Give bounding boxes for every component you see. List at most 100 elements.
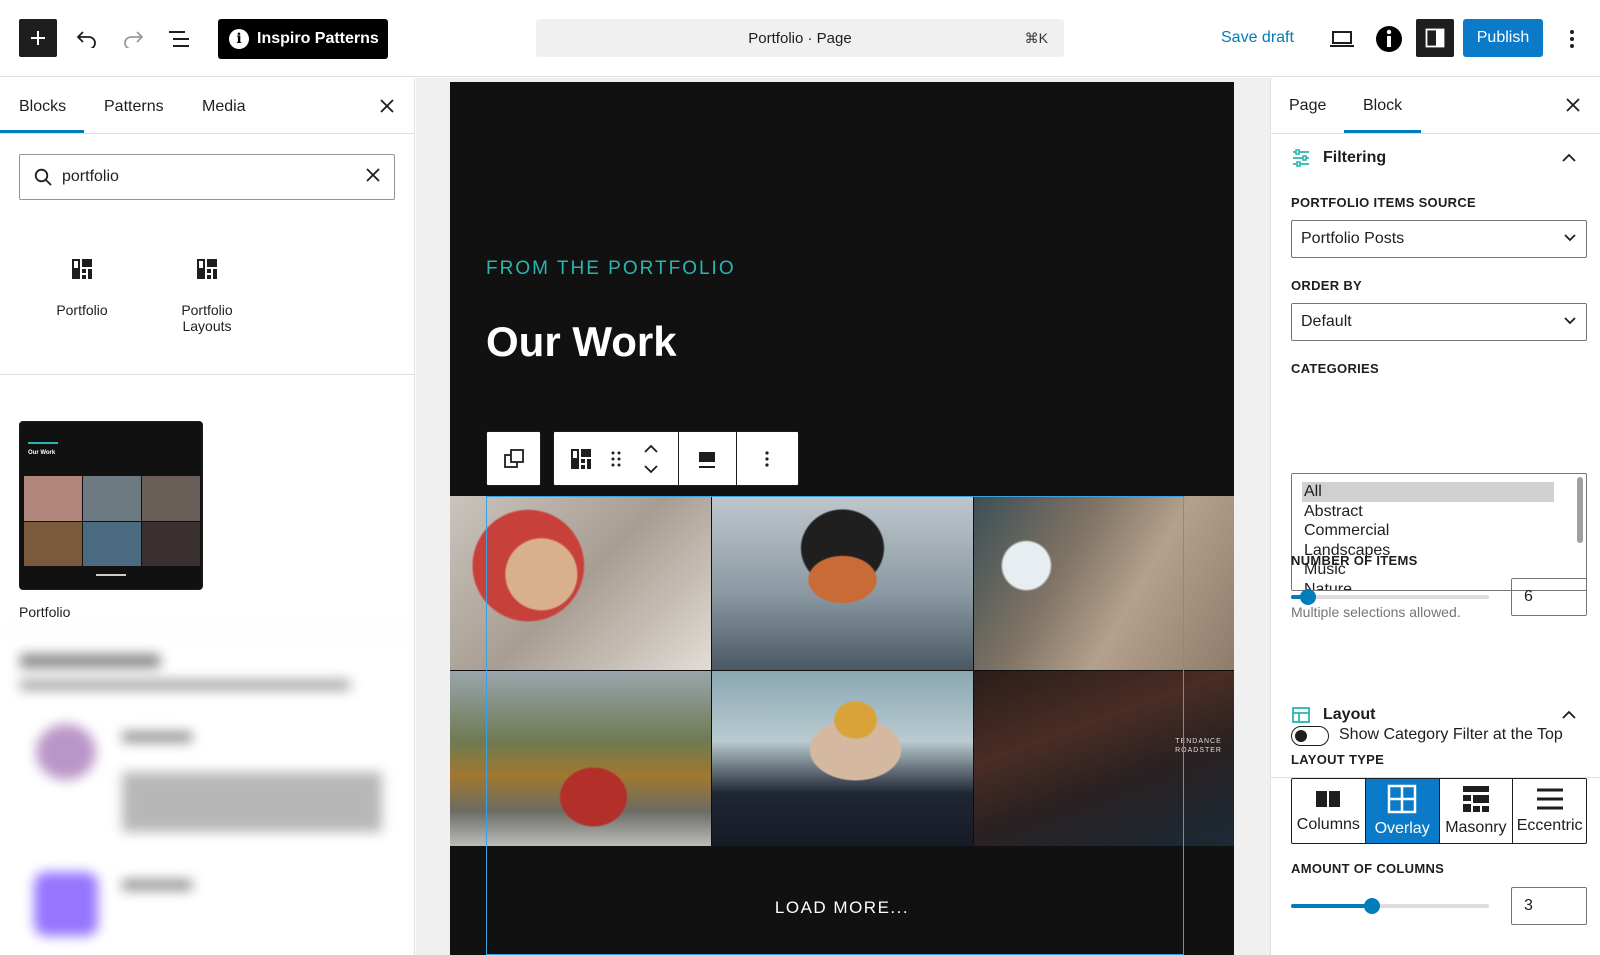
load-more-button[interactable]: LOAD MORE... <box>450 898 1234 918</box>
tab-page[interactable]: Page <box>1289 97 1326 115</box>
portfolio-item-image[interactable] <box>974 496 1234 670</box>
items-source-select[interactable]: Portfolio Posts <box>1291 220 1587 258</box>
settings-sidebar: Page Block Filtering PORTFOLIO ITEMS SOU… <box>1270 78 1600 955</box>
number-of-items-slider[interactable] <box>1291 589 1489 605</box>
order-by-label: ORDER BY <box>1291 278 1363 293</box>
portfolio-item-image[interactable]: TENDANCE ROADSTER <box>974 671 1234 846</box>
block-search-input[interactable]: portfolio <box>19 154 395 200</box>
preview-load-more <box>96 574 126 576</box>
portfolio-item-image[interactable] <box>712 496 973 670</box>
layout-option-eccentric[interactable]: Eccentric <box>1513 779 1586 843</box>
layout-option-masonry[interactable]: Masonry <box>1440 779 1514 843</box>
info-circle-icon <box>1376 26 1402 52</box>
more-vertical-icon <box>765 450 769 467</box>
undo-button[interactable] <box>74 26 100 52</box>
number-of-items-input[interactable]: 6 <box>1511 578 1587 616</box>
block-type-button[interactable] <box>568 432 594 485</box>
filtering-panel-toggle[interactable]: Filtering <box>1291 148 1386 168</box>
photo-sign-text: TENDANCE ROADSTER <box>1175 738 1222 754</box>
category-filter-toggle[interactable] <box>1291 726 1329 746</box>
overlay-grid-icon <box>1387 784 1417 814</box>
portfolio-block-icon <box>32 258 132 280</box>
document-overview-button[interactable] <box>166 26 194 52</box>
layout-option-columns[interactable]: Columns <box>1292 779 1366 843</box>
category-option[interactable]: All <box>1302 482 1554 502</box>
items-source-value: Portfolio Posts <box>1301 230 1405 247</box>
amount-of-columns-slider[interactable] <box>1291 898 1489 914</box>
preview-button[interactable] <box>1328 27 1356 51</box>
layout-panel-toggle[interactable]: Layout <box>1291 705 1375 725</box>
categories-multiselect[interactable]: All Abstract Commercial Landscapes Music… <box>1291 473 1587 591</box>
portfolio-block-icon <box>571 448 591 469</box>
masonry-icon <box>1462 786 1489 812</box>
drag-handle[interactable] <box>606 432 626 485</box>
category-option[interactable]: Abstract <box>1302 502 1576 522</box>
portfolio-item-image[interactable] <box>450 496 711 670</box>
block-item-label: Portfolio <box>56 302 108 318</box>
close-icon <box>366 168 380 182</box>
slider-thumb[interactable] <box>1364 898 1380 914</box>
close-sidebar-button[interactable] <box>1566 98 1580 117</box>
document-title: Portfolio · Page <box>748 29 852 47</box>
tab-blocks[interactable]: Blocks <box>19 98 66 116</box>
portfolio-kicker[interactable]: FROM THE PORTFOLIO <box>486 258 736 280</box>
category-option[interactable]: Commercial <box>1302 521 1576 541</box>
move-up-down-button[interactable] <box>638 432 664 485</box>
command-shortcut: ⌘K <box>1024 30 1048 46</box>
preview-grid <box>24 476 200 566</box>
portfolio-heading[interactable]: Our Work <box>486 318 677 366</box>
block-toolbar <box>553 431 799 486</box>
categories-label: CATEGORIES <box>1291 361 1379 376</box>
layout-option-label: Columns <box>1296 816 1360 833</box>
divider <box>0 374 414 375</box>
undo-icon <box>76 31 96 48</box>
publish-button[interactable]: Publish <box>1463 19 1543 57</box>
tab-patterns[interactable]: Patterns <box>104 98 164 116</box>
eccentric-icon <box>1536 788 1563 810</box>
blurred-directory-results <box>0 631 414 955</box>
active-tab-indicator <box>1344 130 1421 133</box>
amount-of-columns-value: 3 <box>1524 897 1533 914</box>
page-canvas: FROM THE PORTFOLIO Our Work TENDANCE ROA… <box>450 82 1234 955</box>
redo-icon <box>124 31 144 48</box>
pattern-preview-thumbnail[interactable]: Our Work <box>19 421 203 590</box>
clear-search-button[interactable] <box>366 168 380 187</box>
add-block-button[interactable] <box>19 19 57 57</box>
settings-button[interactable] <box>1416 19 1454 57</box>
tab-media[interactable]: Media <box>202 98 246 116</box>
layout-option-overlay[interactable]: Overlay <box>1365 779 1440 843</box>
portfolio-item-image[interactable] <box>450 671 711 846</box>
tab-block[interactable]: Block <box>1363 97 1402 115</box>
preview-kicker <box>28 442 58 444</box>
save-draft-button[interactable]: Save draft <box>1221 29 1294 47</box>
layout-type-options: Columns Overlay Masonry Eccentric <box>1291 778 1587 844</box>
slider-thumb[interactable] <box>1300 589 1316 605</box>
chevron-up-icon[interactable] <box>1562 707 1576 725</box>
categories-help-text: Multiple selections allowed. <box>1291 604 1461 620</box>
amount-of-columns-input[interactable]: 3 <box>1511 887 1587 925</box>
block-options-button[interactable] <box>736 432 798 485</box>
close-inserter-button[interactable] <box>377 96 397 116</box>
layout-option-label: Masonry <box>1445 819 1507 836</box>
command-palette-button[interactable]: Portfolio · Page ⌘K <box>536 19 1064 57</box>
plus-icon <box>31 31 45 45</box>
search-value: portfolio <box>62 168 119 185</box>
block-item-portfolio-layouts[interactable]: Portfolio Layouts <box>157 258 257 334</box>
inspiro-patterns-button[interactable]: i Inspiro Patterns <box>218 19 388 59</box>
filter-sliders-icon <box>1293 149 1309 167</box>
portfolio-item-image[interactable] <box>712 671 973 846</box>
details-button[interactable] <box>1374 24 1404 54</box>
block-inserter-panel: Blocks Patterns Media portfolio Portfoli… <box>0 78 415 955</box>
align-button[interactable] <box>678 432 736 485</box>
options-button[interactable] <box>1562 26 1582 52</box>
editor-header: i Inspiro Patterns Portfolio · Page ⌘K S… <box>0 0 1600 77</box>
inserter-tabs: Blocks Patterns Media <box>0 78 414 134</box>
close-icon <box>1566 98 1580 112</box>
scrollbar[interactable] <box>1577 477 1583 543</box>
block-item-portfolio[interactable]: Portfolio <box>32 258 132 318</box>
number-of-items-label: NUMBER OF ITEMS <box>1291 553 1418 568</box>
chevron-up-icon[interactable] <box>1562 150 1576 168</box>
order-by-select[interactable]: Default <box>1291 303 1587 341</box>
select-parent-button[interactable] <box>486 431 541 486</box>
redo-button[interactable] <box>120 26 146 52</box>
